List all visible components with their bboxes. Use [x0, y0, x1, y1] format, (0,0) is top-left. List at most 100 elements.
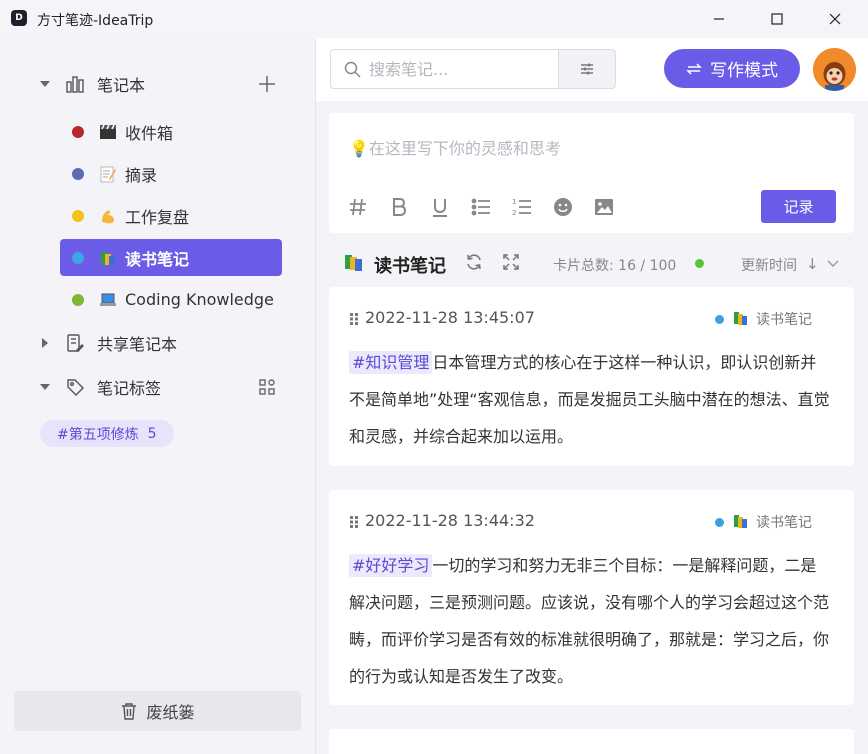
card-notebook-name[interactable]: 读书笔记: [756, 512, 812, 532]
card-timestamp: 2022-11-28 13:44:32: [365, 511, 535, 530]
trash-button[interactable]: 废纸篓: [14, 691, 301, 731]
notebook-item-label: 读书笔记: [125, 249, 190, 269]
tag-chip-count: 5: [147, 425, 157, 442]
editor-toolbar: 12: [347, 195, 634, 219]
notebook-color-dot: [72, 293, 84, 306]
notebook-color-dot: [72, 251, 84, 264]
refresh-icon[interactable]: [465, 253, 483, 271]
add-notebook-button[interactable]: [256, 73, 278, 95]
tag-view-toggle-button[interactable]: [256, 376, 278, 398]
filter-button[interactable]: [558, 49, 616, 89]
flexed-bicep-icon: [98, 207, 118, 225]
bullet-list-button[interactable]: [470, 195, 511, 219]
card-count: 卡片总数: 16 / 100: [553, 258, 677, 274]
plus-icon: [259, 76, 275, 92]
card-tag[interactable]: #好好学习: [349, 554, 433, 577]
svg-text:1: 1: [512, 198, 516, 206]
sort-direction-icon[interactable]: ↓: [806, 255, 820, 273]
caret-down-icon[interactable]: [38, 380, 52, 394]
notebooks-label: 笔记本: [97, 76, 146, 95]
note-card[interactable]: 2022-11-28 13:44:32 读书笔记 #好好学习 一切的学习和努力无非…: [329, 490, 854, 705]
search-icon: [344, 61, 361, 78]
emoji-button[interactable]: [552, 195, 593, 219]
caret-down-icon[interactable]: [38, 77, 52, 91]
list-header: 读书笔记 卡片总数: 16 / 100 更新时间 ↓: [329, 243, 854, 281]
notebook-item-label: 摘录: [125, 165, 158, 185]
minimize-icon: [714, 18, 724, 20]
close-icon: [829, 13, 841, 25]
notebook-item-reading-notes[interactable]: 读书笔记: [60, 239, 282, 276]
tags-section-header[interactable]: 笔记标签: [0, 369, 316, 405]
card-notebook-dot: [715, 315, 724, 324]
card-notebook-name[interactable]: 读书笔记: [756, 309, 812, 329]
drag-handle-icon[interactable]: [349, 515, 359, 529]
laptop-icon: [98, 291, 118, 309]
clapper-icon: [98, 123, 118, 141]
smiley-icon: [554, 198, 572, 216]
swap-arrows-icon: [686, 62, 702, 75]
image-icon: [595, 199, 613, 215]
card-content: #知识管理 日本管理方式的核心在于这样一种认识，即认识创新并不是简单地”处理“客观…: [349, 344, 831, 455]
expand-icon[interactable]: [502, 253, 520, 271]
underline-button[interactable]: [429, 195, 470, 219]
caret-right-icon[interactable]: [38, 336, 52, 350]
write-mode-label: 写作模式: [710, 61, 778, 81]
tag-chip[interactable]: #第五项修炼 5: [40, 420, 174, 447]
sliders-icon: [581, 63, 593, 75]
shared-notebooks-section-header[interactable]: 共享笔记本: [0, 325, 316, 361]
notebook-item-inbox[interactable]: 收件箱: [60, 113, 282, 150]
shared-notebook-icon: [64, 332, 86, 354]
search-box[interactable]: [330, 49, 559, 89]
notebook-item-work-review[interactable]: 工作复盘: [60, 197, 282, 234]
notebook-item-coding-knowledge[interactable]: Coding Knowledge: [60, 281, 282, 318]
notebooks-section-header[interactable]: 笔记本: [0, 66, 316, 102]
maximize-button[interactable]: [748, 0, 806, 38]
maximize-icon: [771, 13, 783, 25]
note-card[interactable]: 2022-11-28 13:45:07 读书笔记 #知识管理 日本管理方式的核心在…: [329, 287, 854, 466]
card-timestamp: 2022-11-28 13:45:07: [365, 308, 535, 327]
write-mode-button[interactable]: 写作模式: [664, 49, 800, 88]
bold-button[interactable]: [388, 195, 429, 219]
underline-icon: [433, 199, 447, 217]
notebook-chart-icon: [64, 73, 86, 95]
numbered-list-icon: 12: [512, 198, 531, 217]
minimize-button[interactable]: [690, 0, 748, 38]
shared-notebooks-label: 共享笔记本: [97, 335, 178, 354]
sidebar: 笔记本 收件箱 摘录 工作复盘 读书笔记 Coding Knowledge 共享…: [0, 38, 316, 754]
books-icon: [98, 249, 118, 267]
notebook-item-label: 工作复盘: [125, 207, 190, 227]
editor-placeholder[interactable]: 💡在这里写下你的灵感和思考: [349, 135, 561, 159]
top-bar: 写作模式: [316, 38, 868, 101]
trash-label: 废纸篓: [146, 703, 195, 722]
tag-chip-label: #第五项修炼: [57, 426, 139, 443]
notebook-color-dot: [72, 167, 84, 180]
main-panel: 写作模式 💡在这里写下你的灵感和思考: [316, 38, 868, 754]
sort-label[interactable]: 更新时间: [741, 255, 797, 275]
avatar-image-icon: [813, 48, 856, 91]
search-input[interactable]: [369, 59, 549, 79]
chevron-down-icon[interactable]: [827, 257, 839, 269]
image-button[interactable]: [593, 195, 634, 219]
hashtag-button[interactable]: [347, 195, 388, 219]
note-editor[interactable]: 💡在这里写下你的灵感和思考 12 记录: [329, 113, 854, 233]
trash-icon: [122, 703, 137, 720]
books-icon: [734, 515, 747, 528]
close-button[interactable]: [806, 0, 864, 38]
record-button[interactable]: 记录: [761, 190, 836, 223]
window-title: 方寸笔迹-IdeaTrip: [37, 13, 154, 29]
numbered-list-button[interactable]: 12: [511, 195, 552, 219]
notebook-color-dot: [72, 125, 84, 138]
notebook-item-label: 收件箱: [125, 123, 174, 143]
notebook-item-excerpt[interactable]: 摘录: [60, 155, 282, 192]
user-avatar[interactable]: [813, 48, 856, 91]
list-title: 读书笔记: [374, 256, 446, 277]
books-icon: [345, 255, 362, 271]
tag-icon: [64, 376, 86, 398]
tags-label: 笔记标签: [97, 379, 162, 398]
svg-text:2: 2: [512, 209, 516, 217]
drag-handle-icon[interactable]: [349, 312, 359, 326]
note-card[interactable]: [329, 729, 854, 754]
bullet-list-icon: [471, 198, 490, 216]
books-icon: [734, 312, 747, 325]
card-tag[interactable]: #知识管理: [349, 351, 433, 374]
